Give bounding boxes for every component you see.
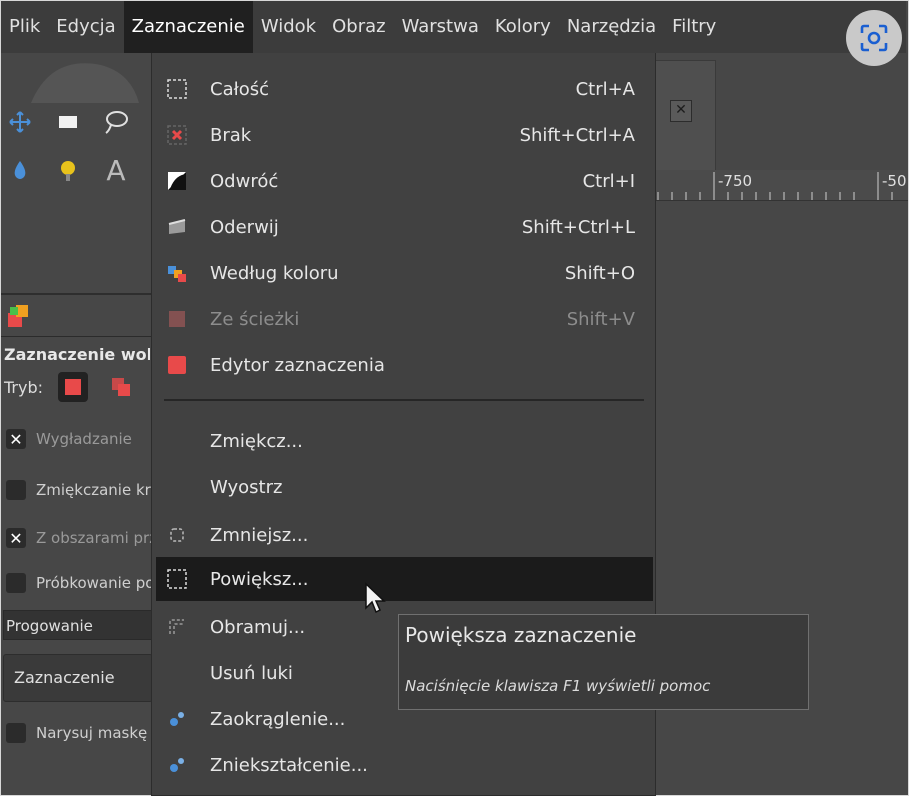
dodge-burn-tool-icon[interactable] [51, 153, 85, 187]
antialias-checkbox[interactable]: ✕ [6, 429, 26, 449]
menu-narzedzia[interactable]: Narzędzia [559, 1, 664, 53]
draw-mask-label: Narysuj maskę [36, 724, 148, 742]
menu-item-select-all[interactable]: Całość Ctrl+A [156, 67, 653, 111]
sample-merged-checkbox[interactable] [6, 573, 26, 593]
text-tool-icon[interactable]: A [99, 153, 133, 187]
menu-widok[interactable]: Widok [253, 1, 324, 53]
float-selection-icon [164, 214, 190, 240]
transparent-areas-label: Z obszarami przezroczystymi [36, 529, 152, 547]
menu-warstwa[interactable]: Warstwa [394, 1, 487, 53]
close-tab-icon[interactable]: ✕ [670, 100, 692, 122]
tooltip: Powiększa zaznaczenie Naciśnięcie klawis… [398, 614, 809, 710]
menu-item-select-none[interactable]: Brak Shift+Ctrl+A [156, 113, 653, 157]
bucket-fill-tool-icon[interactable] [3, 153, 37, 187]
script-fu-icon [164, 752, 190, 778]
menu-obraz[interactable]: Obraz [324, 1, 393, 53]
tool-options-title: Zaznaczenie wolnej ręki [4, 345, 150, 364]
menu-plik[interactable]: Plik [1, 1, 48, 53]
mode-label: Tryb: [4, 378, 44, 397]
mode-add-button[interactable] [106, 372, 136, 402]
menu-item-invert[interactable]: Odwróć Ctrl+I [156, 159, 653, 203]
feather-label: Zmiękczanie krawędzi [36, 481, 152, 499]
horizontal-ruler: -750 -50 [652, 170, 908, 201]
lasso-tool-icon[interactable] [99, 105, 133, 139]
menu-item-float[interactable]: Oderwij Shift+Ctrl+L [156, 205, 653, 249]
tab-underline [1, 336, 151, 337]
draw-mask-row[interactable]: Narysuj maskę [6, 720, 152, 746]
toolbox: A [1, 53, 151, 293]
transparent-areas-checkbox[interactable]: ✕ [6, 528, 26, 548]
select-by-combo[interactable]: Zaznaczenie [3, 654, 153, 702]
menu-kolory[interactable]: Kolory [487, 1, 559, 53]
move-tool-icon[interactable] [3, 105, 37, 139]
menu-item-selection-editor[interactable]: Edytor zaznaczenia [156, 343, 653, 387]
menu-separator [164, 399, 644, 401]
tooltip-hint: Naciśnięcie klawisza F1 wyświetli pomoc [405, 677, 711, 695]
sample-merged-label: Próbkowanie połączone [36, 574, 152, 592]
select-none-icon [164, 122, 190, 148]
feather-checkbox[interactable] [6, 480, 26, 500]
mode-replace-button[interactable] [58, 372, 88, 402]
transparent-areas-row[interactable]: ✕ Z obszarami przezroczystymi [6, 525, 152, 551]
antialias-label: Wygładzanie [36, 430, 132, 448]
antialias-row[interactable]: ✕ Wygładzanie [6, 426, 152, 452]
by-color-icon [164, 260, 190, 286]
menu-item-feather[interactable]: Zmiękcz... [156, 419, 653, 463]
selection-editor-icon [164, 352, 190, 378]
ruler-label-50: -50 [882, 172, 907, 190]
from-path-icon [164, 306, 190, 332]
invert-selection-icon [164, 168, 190, 194]
menu-item-distort[interactable]: Zniekształcenie... [156, 743, 653, 787]
menu-item-from-path: Ze ścieżki Shift+V [156, 297, 653, 341]
feather-row[interactable]: Zmiękczanie krawędzi [6, 477, 152, 503]
menu-zaznaczenie[interactable]: Zaznaczenie [123, 1, 253, 53]
grow-icon [164, 566, 190, 592]
border-icon [164, 614, 190, 640]
ruler-label-750: -750 [718, 172, 753, 190]
menu-filtry[interactable]: Filtry [664, 1, 724, 53]
menu-item-by-color[interactable]: Według koloru Shift+O [156, 251, 653, 295]
sample-merged-row[interactable]: Próbkowanie połączone [6, 570, 152, 596]
wilber-logo-icon [31, 63, 139, 103]
select-all-icon [164, 76, 190, 102]
draw-mask-checkbox[interactable] [6, 723, 26, 743]
tool-options-tab-icon[interactable] [6, 303, 32, 329]
threshold-slider[interactable]: Progowanie [3, 610, 153, 640]
script-fu-icon [164, 706, 190, 732]
rect-select-tool-icon[interactable] [51, 105, 85, 139]
menubar: Plik Edycja Zaznaczenie Widok Obraz Wars… [1, 1, 906, 53]
menu-item-shrink[interactable]: Zmniejsz... [156, 513, 653, 557]
tooltip-title: Powiększa zaznaczenie [405, 623, 637, 647]
toolbox-divider [1, 293, 151, 295]
screenshot-lens-icon[interactable] [846, 10, 902, 66]
shrink-icon [164, 522, 190, 548]
ruler-ticks [657, 172, 893, 200]
menu-edycja[interactable]: Edycja [48, 1, 123, 53]
menu-item-sharpen[interactable]: Wyostrz [156, 465, 653, 509]
mouse-cursor-icon [364, 582, 390, 620]
menu-item-grow[interactable]: Powiększ... [156, 557, 653, 601]
